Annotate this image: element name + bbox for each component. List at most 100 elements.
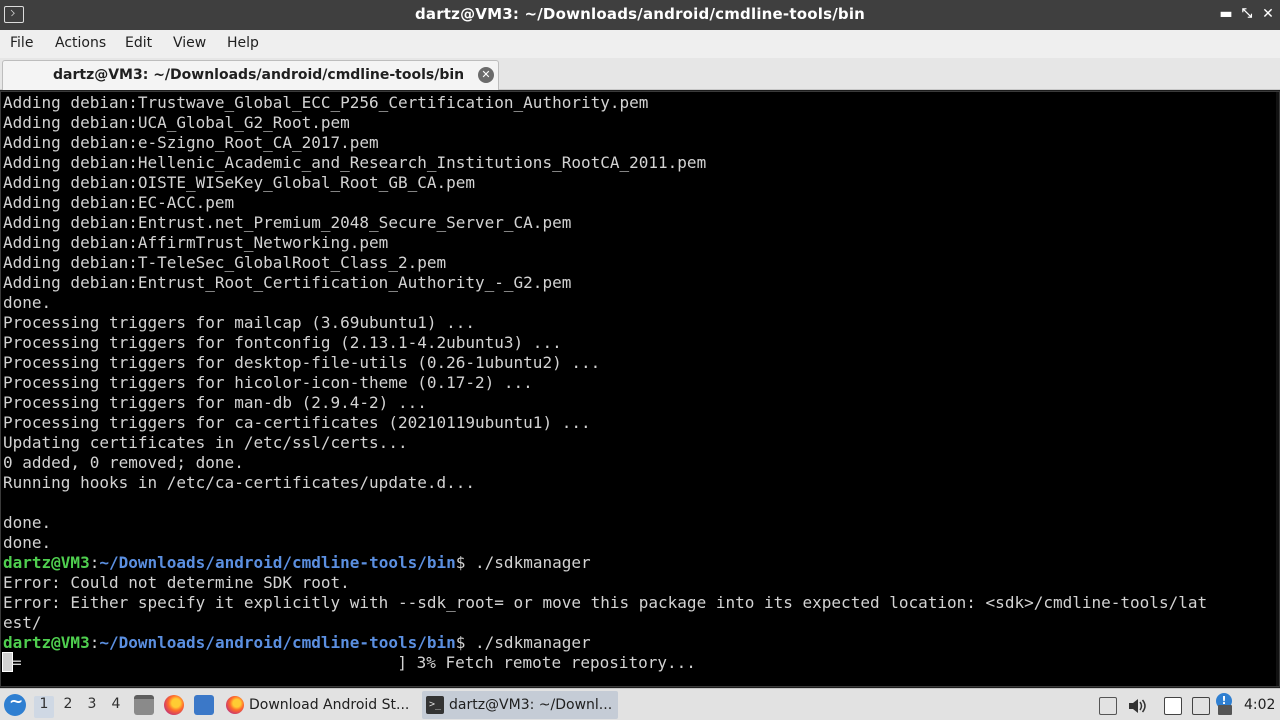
prompt-user: dartz@VM3 [3,553,90,572]
workspace-4[interactable]: 4 [106,696,126,718]
line-text: done. [3,293,52,312]
terminal-line: 0 added, 0 removed; done. [3,453,1207,473]
menu-bar: File Actions Edit View Help [0,30,1280,58]
line-text: Updating certificates in /etc/ssl/certs.… [3,433,408,452]
terminal-line: Processing triggers for ca-certificates … [3,413,1207,433]
terminal-line: Processing triggers for fontconfig (2.13… [3,333,1207,353]
task-label: Download Android St... [249,697,410,713]
line-text: Adding debian:AffirmTrust_Networking.pem [3,233,389,252]
tab-bar: dartz@VM3: ~/Downloads/android/cmdline-t… [0,58,1280,90]
menu-edit[interactable]: Edit [125,35,152,51]
terminal-icon: >_ [426,696,444,714]
terminal-line: Error: Could not determine SDK root. [3,573,1207,593]
line-text: 0 added, 0 removed; done. [3,453,244,472]
terminal-line: Adding debian:Hellenic_Academic_and_Rese… [3,153,1207,173]
menu-file[interactable]: File [10,35,33,51]
prompt-path: ~/Downloads/android/cmdline-tools/bin [99,633,456,652]
menu-help[interactable]: Help [227,35,259,51]
terminal-line: Processing triggers for desktop-file-uti… [3,353,1207,373]
terminal-cursor [2,652,13,672]
terminal-line: Adding debian:AffirmTrust_Networking.pem [3,233,1207,253]
line-text: Processing triggers for desktop-file-uti… [3,353,601,372]
battery-icon[interactable] [1218,705,1232,715]
prompt-separator: : [89,553,100,572]
clipboard-icon[interactable] [1164,697,1182,715]
workspace-1[interactable]: 1 [34,696,54,718]
file-manager-icon[interactable] [134,695,154,715]
terminal-line: est/ [3,613,1207,633]
line-text: Adding debian:OISTE_WISeKey_Global_Root_… [3,173,476,192]
terminal-line: Adding debian:Entrust.net_Premium_2048_S… [3,213,1207,233]
line-text: Processing triggers for man-db (2.9.4-2)… [3,393,427,412]
network-icon[interactable] [1192,697,1210,715]
terminal-line: done. [3,533,1207,553]
line-text: Adding debian:EC-ACC.pem [3,193,235,212]
terminal-line: Adding debian:OISTE_WISeKey_Global_Root_… [3,173,1207,193]
task-firefox[interactable]: Download Android St... [222,691,418,719]
command-text: ./sdkmanager [475,633,591,652]
line-text: Adding debian:T-TeleSec_GlobalRoot_Class… [3,253,447,272]
firefox-icon [226,696,244,714]
clock[interactable]: 4:02 [1244,697,1275,720]
line-text: Adding debian:Entrust_Root_Certification… [3,273,572,292]
terminal-view[interactable]: Adding debian:Trustwave_Global_ECC_P256_… [0,91,1280,687]
line-text: Adding debian:UCA_Global_G2_Root.pem [3,113,350,132]
terminal-line: Adding debian:EC-ACC.pem [3,193,1207,213]
taskbar: 1 2 3 4 Download Android St... >_ dartz@… [0,688,1280,720]
terminal-prompt-line: dartz@VM3:~/Downloads/android/cmdline-to… [3,553,1207,573]
line-text: Error: Either specify it explicitly with… [3,593,1208,612]
line-text: Adding debian:Entrust.net_Premium_2048_S… [3,213,572,232]
terminal-line: Error: Either specify it explicitly with… [3,593,1207,613]
updates-icon[interactable] [1099,697,1117,715]
terminal-line: Adding debian:T-TeleSec_GlobalRoot_Class… [3,253,1207,273]
workspace-2[interactable]: 2 [58,696,78,718]
terminal-line: Adding debian:UCA_Global_G2_Root.pem [3,113,1207,133]
prompt-user: dartz@VM3 [3,633,90,652]
terminal-output: Adding debian:Trustwave_Global_ECC_P256_… [2,93,1207,673]
firefox-icon[interactable] [164,695,184,715]
terminal-line: Adding debian:Entrust_Root_Certification… [3,273,1207,293]
show-desktop-icon[interactable] [194,695,214,715]
line-text: Processing triggers for ca-certificates … [3,413,591,432]
window-title: dartz@VM3: ~/Downloads/android/cmdline-t… [414,5,866,23]
terminal-line: Processing triggers for hicolor-icon-the… [3,373,1207,393]
prompt-path: ~/Downloads/android/cmdline-tools/bin [99,553,456,572]
menu-actions[interactable]: Actions [55,35,106,51]
menu-view[interactable]: View [173,35,206,51]
terminal-scrollbar[interactable] [1276,92,1279,686]
terminal-line: Updating certificates in /etc/ssl/certs.… [3,433,1207,453]
minimize-button[interactable]: ▬ [1217,5,1235,23]
terminal-line: Adding debian:e-Szigno_Root_CA_2017.pem [3,133,1207,153]
line-text: est/ [3,613,42,632]
close-window-button[interactable]: ✕ [1259,5,1277,23]
line-text: = ] 3% Fetch remote repository... [12,653,696,672]
workspace-3[interactable]: 3 [82,696,102,718]
prompt-symbol: $ [455,553,476,572]
line-text: Processing triggers for fontconfig (2.13… [3,333,562,352]
line-text: Adding debian:Trustwave_Global_ECC_P256_… [3,93,649,112]
tab-close-icon[interactable]: ✕ [478,67,494,83]
line-text: Processing triggers for hicolor-icon-the… [3,373,533,392]
maximize-button[interactable]: ⤡ [1238,5,1256,23]
line-text: Error: Could not determine SDK root. [3,573,350,592]
terminal-line: Processing triggers for mailcap (3.69ubu… [3,313,1207,333]
task-terminal[interactable]: >_ dartz@VM3: ~/Downl... [422,691,618,719]
start-menu-icon[interactable] [4,692,26,716]
line-text: done. [3,533,52,552]
volume-icon[interactable] [1127,697,1146,715]
line-text: done. [3,513,52,532]
prompt-separator: : [89,633,100,652]
terminal-line: = ] 3% Fetch remote repository... [2,652,1207,673]
terminal-prompt-line: dartz@VM3:~/Downloads/android/cmdline-to… [3,633,1207,653]
terminal-line: done. [3,513,1207,533]
line-text: Adding debian:Hellenic_Academic_and_Rese… [3,153,707,172]
line-text: Processing triggers for mailcap (3.69ubu… [3,313,476,332]
terminal-line: Adding debian:Trustwave_Global_ECC_P256_… [3,93,1207,113]
window-titlebar[interactable]: dartz@VM3: ~/Downloads/android/cmdline-t… [0,0,1280,30]
terminal-line: Running hooks in /etc/ca-certificates/up… [3,473,1207,493]
terminal-tab[interactable]: dartz@VM3: ~/Downloads/android/cmdline-t… [2,60,499,90]
terminal-line: Processing triggers for man-db (2.9.4-2)… [3,393,1207,413]
line-text: Adding debian:e-Szigno_Root_CA_2017.pem [3,133,379,152]
task-label: dartz@VM3: ~/Downl... [449,697,613,713]
